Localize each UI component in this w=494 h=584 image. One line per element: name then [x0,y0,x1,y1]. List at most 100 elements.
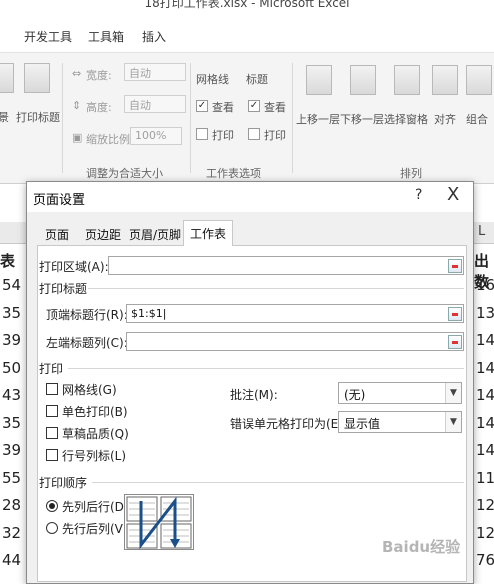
draft-quality-checkbox[interactable] [46,427,58,439]
scale-label: 缩放比例: [86,133,134,146]
print-area-input[interactable] [108,256,464,275]
cell-value[interactable]: 14 [476,414,494,432]
cell-errors-select[interactable]: 显示值 ▼ [338,411,462,433]
selection-pane-icon[interactable] [394,65,420,95]
down-then-over-radio[interactable] [46,500,58,512]
row-col-headings-label: 行号列标(L) [62,449,127,463]
gridlines-print-checkbox[interactable] [196,128,208,140]
print-area-label: 打印区域(A): [39,260,109,274]
cell-value[interactable]: 12 [476,524,494,542]
headings-header: 标题 [246,73,268,86]
collapse-dialog-icon[interactable] [448,307,462,321]
print-titles-label[interactable]: 打印标题 [16,109,60,125]
section-divider [92,482,464,483]
gridlines-checkbox[interactable] [46,383,58,395]
menu-insert[interactable]: 插入 [142,28,166,45]
window-title-bar: 18打印工作表.xlsx - Microsoft Excel [0,0,494,18]
cell-value[interactable]: 14 [476,441,494,459]
close-button[interactable]: X [447,184,459,205]
selection-pane-label[interactable]: 选择窗格 [384,111,428,127]
column-header-left [0,222,26,244]
menu-developer[interactable]: 开发工具 [24,28,72,45]
width-select[interactable]: 自动 [124,63,186,81]
align-label[interactable]: 对齐 [434,111,456,127]
align-icon[interactable] [432,65,458,95]
page-order-section: 打印顺序 [39,476,88,490]
width-label: 宽度: [86,69,112,82]
rows-to-repeat-label: 顶端标题行(R): [46,308,128,322]
headings-print-label: 打印 [264,129,286,142]
rows-to-repeat-input[interactable]: $1:$1| [126,304,464,323]
over-then-down-radio[interactable] [46,522,58,534]
height-label: 高度: [86,101,112,114]
left-header-cell: 表 [0,252,16,270]
ribbon-separator [190,63,191,173]
group-label[interactable]: 组合 [466,111,488,127]
cell-value[interactable]: 14 [476,359,494,377]
page-order-preview [124,494,194,550]
window-title: 18打印工作表.xlsx - Microsoft Excel [144,0,350,10]
cell-value[interactable]: 11 [476,469,494,487]
height-value: 自动 [129,99,151,112]
collapse-dialog-icon[interactable] [448,259,462,273]
cell-value[interactable]: 43 [2,386,21,404]
cell-value[interactable]: 44 [2,551,21,569]
cell-value[interactable]: 39 [2,441,21,459]
scale-input[interactable]: 100% [130,127,182,145]
cell-value[interactable]: 125 [476,496,494,514]
ribbon-separator [292,63,293,173]
cell-value[interactable]: 28 [2,496,21,514]
gridlines-print-label: 打印 [212,129,234,142]
headings-view-checkbox[interactable]: ✓ [248,100,260,112]
cell-value[interactable]: 35 [2,414,21,432]
gridlines-view-checkbox[interactable]: ✓ [196,100,208,112]
section-divider [88,288,464,289]
cell-value[interactable]: 76 [476,551,494,569]
headings-view-label: 查看 [264,101,286,114]
comments-select[interactable]: (无) ▼ [338,382,462,404]
tab-sheet[interactable]: 工作表 [183,220,234,247]
cell-value[interactable]: 55 [2,469,21,487]
cell-value[interactable]: 32 [2,524,21,542]
draft-quality-label: 草稿品质(Q) [62,427,129,441]
dialog-tabs: 页面 页边距 页眉/页脚 工作表 [37,220,467,247]
cell-value[interactable]: 130 [476,304,494,322]
cell-value[interactable]: 39 [2,331,21,349]
row-col-headings-checkbox[interactable] [46,449,58,461]
help-button[interactable]: ? [415,187,422,203]
background-label: 景 [0,111,9,124]
bring-forward-icon[interactable] [306,65,332,95]
dialog-title-bar[interactable]: 页面设置 ? X [27,182,473,212]
tab-margins[interactable]: 页边距 [79,222,127,246]
height-select[interactable]: 自动 [124,95,186,113]
background-icon[interactable] [0,63,14,93]
cell-value[interactable]: 160 [476,276,494,294]
send-backward-label[interactable]: 下移一层 [340,111,384,127]
black-white-checkbox[interactable] [46,405,58,417]
menu-toolbox[interactable]: 工具箱 [88,28,124,45]
print-section: 打印 [39,362,64,376]
cell-errors-value: 显示值 [344,417,381,431]
comments-label: 批注(M): [230,388,278,402]
cell-value[interactable]: 54 [2,276,21,294]
chevron-down-icon: ▼ [445,412,461,432]
cell-value[interactable]: 14 [476,331,494,349]
cols-to-repeat-input[interactable] [126,332,464,351]
bring-forward-label[interactable]: 上移一层 [296,111,340,127]
section-divider [68,368,464,369]
page-order-icon [126,496,192,550]
cell-value[interactable]: 14 [476,386,494,404]
group-icon[interactable] [466,65,492,95]
gridlines-view-label: 查看 [212,101,234,114]
tab-page[interactable]: 页面 [39,222,75,246]
collapse-dialog-icon[interactable] [448,335,462,349]
cell-value[interactable]: 35 [2,304,21,322]
print-titles-icon[interactable] [24,63,50,93]
send-backward-icon[interactable] [350,65,376,95]
group-sheet-options: 工作表选项 [206,167,261,180]
group-scale-to-fit: 调整为合适大小 [86,167,163,180]
scale-value: 100% [135,129,167,142]
headings-print-checkbox[interactable] [248,128,260,140]
tab-header-footer[interactable]: 页眉/页脚 [123,222,187,246]
cell-value[interactable]: 50 [2,359,21,377]
